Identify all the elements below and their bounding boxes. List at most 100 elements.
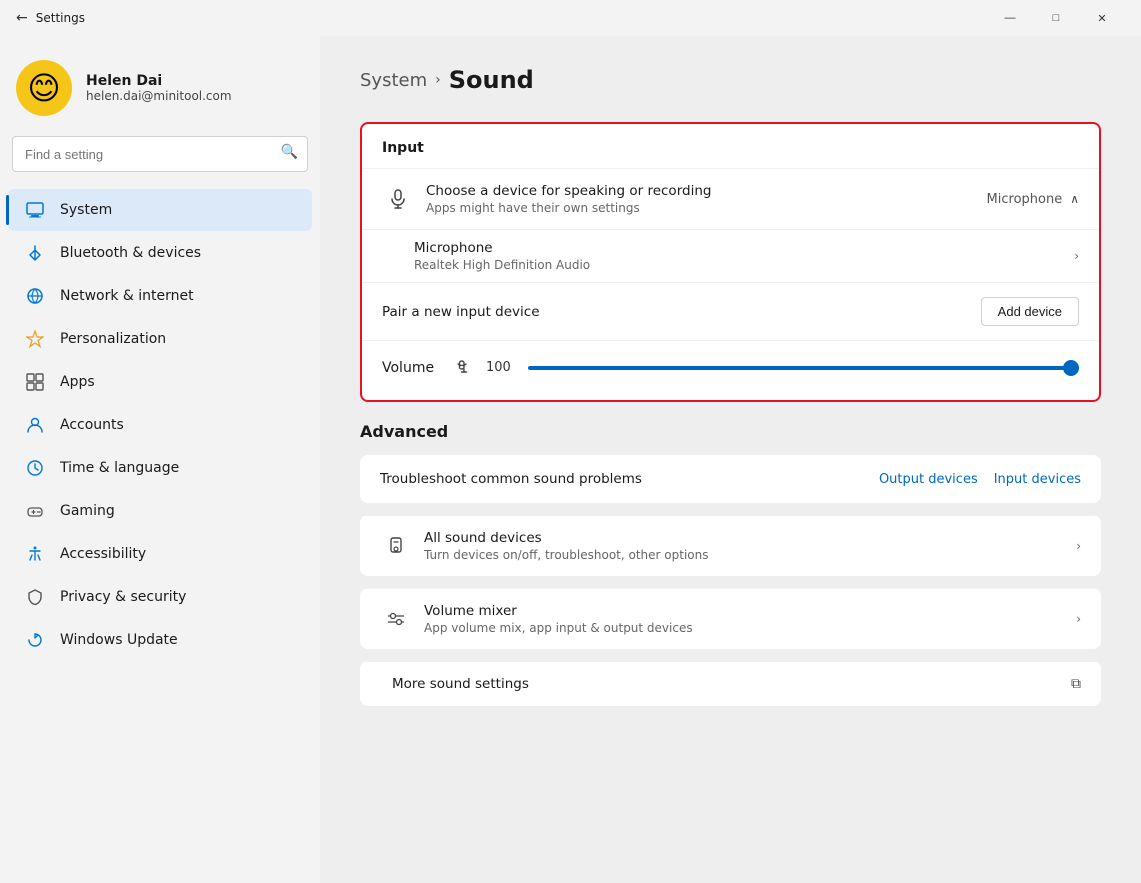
system-icon bbox=[24, 199, 46, 221]
more-sound-settings-content: More sound settings bbox=[392, 676, 1071, 692]
choose-device-title: Choose a device for speaking or recordin… bbox=[426, 183, 987, 199]
volume-mixer-subtitle: App volume mix, app input & output devic… bbox=[424, 621, 1076, 635]
mic-chevron-icon: › bbox=[1074, 249, 1079, 263]
troubleshoot-row: Troubleshoot common sound problems Outpu… bbox=[360, 455, 1101, 503]
back-icon[interactable]: ← bbox=[16, 10, 28, 26]
accessibility-icon bbox=[24, 543, 46, 565]
breadcrumb-current: Sound bbox=[449, 66, 534, 94]
apps-icon bbox=[24, 371, 46, 393]
all-sound-devices-row[interactable]: All sound devices Turn devices on/off, t… bbox=[360, 515, 1101, 576]
choose-device-subtitle: Apps might have their own settings bbox=[426, 201, 987, 215]
volume-mixer-card: Volume mixer App volume mix, app input &… bbox=[360, 588, 1101, 649]
add-device-button[interactable]: Add device bbox=[981, 297, 1079, 326]
more-sound-settings-card: More sound settings ⧉ bbox=[360, 661, 1101, 706]
output-devices-link[interactable]: Output devices bbox=[879, 472, 978, 487]
sound-devices-icon bbox=[380, 530, 412, 562]
search-icon: 🔍 bbox=[281, 144, 298, 160]
all-sound-devices-title: All sound devices bbox=[424, 530, 1076, 546]
pair-device-title: Pair a new input device bbox=[382, 304, 981, 320]
sidebar-item-label: Apps bbox=[60, 374, 95, 390]
sidebar-item-network[interactable]: Network & internet bbox=[8, 275, 312, 317]
sidebar-item-system[interactable]: System bbox=[8, 189, 312, 231]
sidebar-item-apps[interactable]: Apps bbox=[8, 361, 312, 403]
titlebar-left: ← Settings bbox=[16, 10, 85, 26]
mic-item-content: Microphone Realtek High Definition Audio bbox=[414, 240, 1074, 272]
volume-mixer-row[interactable]: Volume mixer App volume mix, app input &… bbox=[360, 588, 1101, 649]
troubleshoot-label: Troubleshoot common sound problems bbox=[380, 471, 863, 487]
microphone-item-row[interactable]: Microphone Realtek High Definition Audio… bbox=[362, 229, 1099, 282]
accounts-icon bbox=[24, 414, 46, 436]
breadcrumb: System › Sound bbox=[360, 66, 1101, 94]
sidebar-item-privacy[interactable]: Privacy & security bbox=[8, 576, 312, 618]
search-input[interactable] bbox=[12, 136, 308, 172]
sidebar-item-accessibility[interactable]: Accessibility bbox=[8, 533, 312, 575]
sidebar-item-windows-update[interactable]: Windows Update bbox=[8, 619, 312, 661]
sidebar-item-label: Privacy & security bbox=[60, 589, 186, 605]
sidebar-item-label: System bbox=[60, 202, 112, 218]
bluetooth-icon bbox=[24, 242, 46, 264]
all-sound-chevron-icon: › bbox=[1076, 539, 1081, 553]
input-section-header: Input bbox=[362, 124, 1099, 168]
advanced-header-wrap: Advanced bbox=[360, 414, 1101, 445]
sidebar: 😊 Helen Dai helen.dai@minitool.com 🔍 bbox=[0, 36, 320, 883]
mic-item-title: Microphone bbox=[414, 240, 1074, 256]
all-sound-devices-card: All sound devices Turn devices on/off, t… bbox=[360, 515, 1101, 576]
sidebar-item-accounts[interactable]: Accounts bbox=[8, 404, 312, 446]
advanced-header: Advanced bbox=[360, 422, 448, 441]
external-link-icon: ⧉ bbox=[1071, 676, 1081, 692]
volume-mixer-content: Volume mixer App volume mix, app input &… bbox=[424, 603, 1076, 635]
microphone-dropdown[interactable]: Microphone ∧ bbox=[987, 192, 1079, 207]
choose-device-row[interactable]: Choose a device for speaking or recordin… bbox=[362, 168, 1099, 229]
pair-device-row: Pair a new input device Add device bbox=[362, 282, 1099, 340]
sidebar-item-label: Gaming bbox=[60, 503, 115, 519]
minimize-button[interactable]: — bbox=[987, 2, 1033, 34]
user-email: helen.dai@minitool.com bbox=[86, 89, 232, 103]
volume-mixer-chevron-icon: › bbox=[1076, 612, 1081, 626]
close-button[interactable]: ✕ bbox=[1079, 2, 1125, 34]
sidebar-item-label: Network & internet bbox=[60, 288, 194, 304]
user-name: Helen Dai bbox=[86, 73, 232, 89]
volume-row: Volume 100 bbox=[362, 340, 1099, 400]
more-sound-settings-title: More sound settings bbox=[392, 676, 1071, 692]
volume-slider[interactable] bbox=[528, 358, 1079, 378]
windows-update-icon bbox=[24, 629, 46, 651]
all-sound-devices-subtitle: Turn devices on/off, troubleshoot, other… bbox=[424, 548, 1076, 562]
sidebar-item-label: Time & language bbox=[60, 460, 179, 476]
volume-mixer-icon bbox=[380, 603, 412, 635]
input-section: Input Choose a device for speaking or re… bbox=[360, 122, 1101, 402]
breadcrumb-arrow: › bbox=[435, 72, 441, 88]
input-devices-link[interactable]: Input devices bbox=[994, 472, 1081, 487]
app-title: Settings bbox=[36, 11, 85, 25]
avatar: 😊 bbox=[16, 60, 72, 116]
nav: System Bluetooth & devices Network bbox=[0, 188, 320, 662]
time-icon bbox=[24, 457, 46, 479]
choose-device-content: Choose a device for speaking or recordin… bbox=[426, 183, 987, 215]
volume-label: Volume bbox=[382, 360, 442, 376]
user-profile[interactable]: 😊 Helen Dai helen.dai@minitool.com bbox=[0, 36, 320, 136]
personalization-icon bbox=[24, 328, 46, 350]
sidebar-item-bluetooth[interactable]: Bluetooth & devices bbox=[8, 232, 312, 274]
more-sound-settings-row[interactable]: More sound settings ⧉ bbox=[360, 661, 1101, 706]
main-content: System › Sound Input Choose a device for bbox=[320, 36, 1141, 883]
privacy-icon bbox=[24, 586, 46, 608]
troubleshoot-card: Troubleshoot common sound problems Outpu… bbox=[360, 455, 1101, 503]
sidebar-item-time[interactable]: Time & language bbox=[8, 447, 312, 489]
titlebar: ← Settings — □ ✕ bbox=[0, 0, 1141, 36]
breadcrumb-system: System bbox=[360, 70, 427, 91]
sidebar-item-label: Accessibility bbox=[60, 546, 146, 562]
volume-icon bbox=[454, 355, 474, 380]
sidebar-item-label: Accounts bbox=[60, 417, 124, 433]
user-info: Helen Dai helen.dai@minitool.com bbox=[86, 73, 232, 103]
maximize-button[interactable]: □ bbox=[1033, 2, 1079, 34]
sidebar-item-gaming[interactable]: Gaming bbox=[8, 490, 312, 532]
sidebar-item-personalization[interactable]: Personalization bbox=[8, 318, 312, 360]
all-sound-devices-content: All sound devices Turn devices on/off, t… bbox=[424, 530, 1076, 562]
microphone-label: Microphone bbox=[987, 192, 1063, 207]
volume-value: 100 bbox=[486, 360, 516, 375]
expand-icon: ∧ bbox=[1070, 192, 1079, 206]
search-container: 🔍 bbox=[0, 136, 320, 188]
sidebar-item-label: Personalization bbox=[60, 331, 166, 347]
app-container: 😊 Helen Dai helen.dai@minitool.com 🔍 bbox=[0, 36, 1141, 883]
gaming-icon bbox=[24, 500, 46, 522]
microphone-icon bbox=[382, 183, 414, 215]
